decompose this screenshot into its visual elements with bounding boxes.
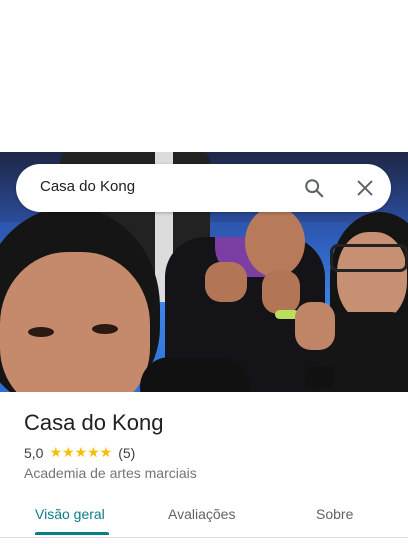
search-bar[interactable]: Casa do Kong xyxy=(16,164,391,212)
place-title: Casa do Kong xyxy=(24,410,164,435)
search-input[interactable]: Casa do Kong xyxy=(40,178,135,195)
star-rating-icon: ★★★★★ xyxy=(49,444,113,460)
tab-about[interactable]: Sobre xyxy=(316,506,353,522)
review-count[interactable]: (5) xyxy=(118,445,135,461)
tab-reviews[interactable]: Avaliações xyxy=(168,506,235,522)
rating-value: 5,0 xyxy=(24,444,44,461)
blank-header-area xyxy=(0,0,408,152)
place-category: Academia de artes marciais xyxy=(24,465,197,481)
tab-bar: Visão geral Avaliações Sobre xyxy=(0,498,408,538)
active-tab-indicator xyxy=(35,532,109,535)
tab-divider xyxy=(0,537,408,538)
rating-row[interactable]: 5,0 ★★★★★ (5) xyxy=(24,444,135,461)
close-icon[interactable] xyxy=(354,177,376,199)
search-icon[interactable] xyxy=(303,177,325,199)
tab-overview[interactable]: Visão geral xyxy=(35,506,105,522)
